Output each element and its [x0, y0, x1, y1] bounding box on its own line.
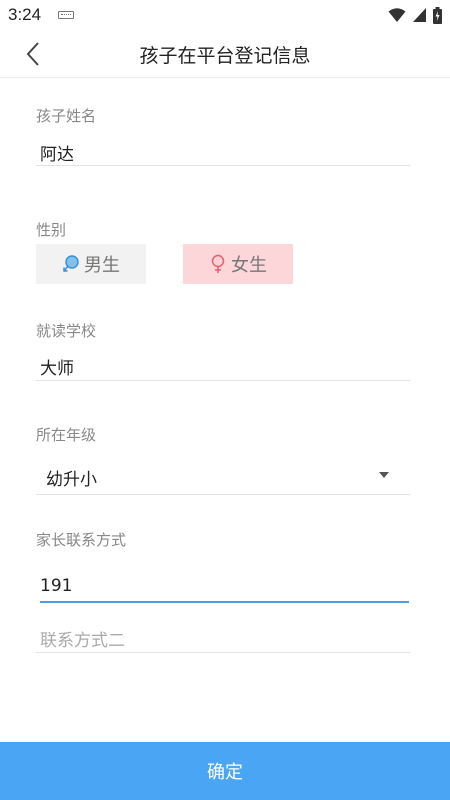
child-name-underline: [36, 165, 410, 166]
gender-female-label: 女生: [231, 255, 267, 276]
school-underline: [36, 380, 410, 381]
secondary-contact-underline: [36, 652, 410, 653]
grade-underline: [36, 494, 410, 495]
child-name-input[interactable]: 阿达: [40, 140, 74, 165]
secondary-contact-input[interactable]: 联系方式二: [40, 626, 125, 651]
parent-contact-active-underline: [40, 601, 409, 603]
keyboard-icon: [58, 11, 74, 19]
female-icon: [211, 254, 225, 273]
page-title: 孩子在平台登记信息: [139, 45, 311, 67]
gender-male-button[interactable]: 男生: [36, 244, 146, 284]
male-icon: [63, 255, 79, 272]
parent-contact-input[interactable]: 191: [40, 576, 72, 596]
dropdown-arrow-icon[interactable]: [379, 472, 389, 478]
status-icons: [388, 6, 442, 24]
wifi-icon: [388, 8, 406, 22]
confirm-button-label: 确定: [207, 762, 243, 783]
gender-male-label: 男生: [84, 255, 120, 276]
app-bar: 孩子在平台登记信息: [0, 30, 450, 78]
battery-icon: [433, 6, 442, 24]
gender-female-button[interactable]: 女生: [183, 244, 293, 284]
child-name-label: 孩子姓名: [36, 107, 97, 125]
gender-label: 性别: [36, 221, 67, 239]
parent-contact-label: 家长联系方式: [36, 531, 127, 549]
grade-label: 所在年级: [36, 426, 97, 444]
status-bar: 3:24: [0, 0, 450, 30]
grade-select[interactable]: 幼升小: [46, 465, 97, 490]
school-label: 就读学校: [36, 322, 97, 340]
status-time: 3:24: [8, 5, 42, 24]
confirm-button[interactable]: 确定: [0, 742, 450, 800]
signal-icon: [413, 8, 426, 22]
school-input[interactable]: 大师: [40, 354, 74, 379]
